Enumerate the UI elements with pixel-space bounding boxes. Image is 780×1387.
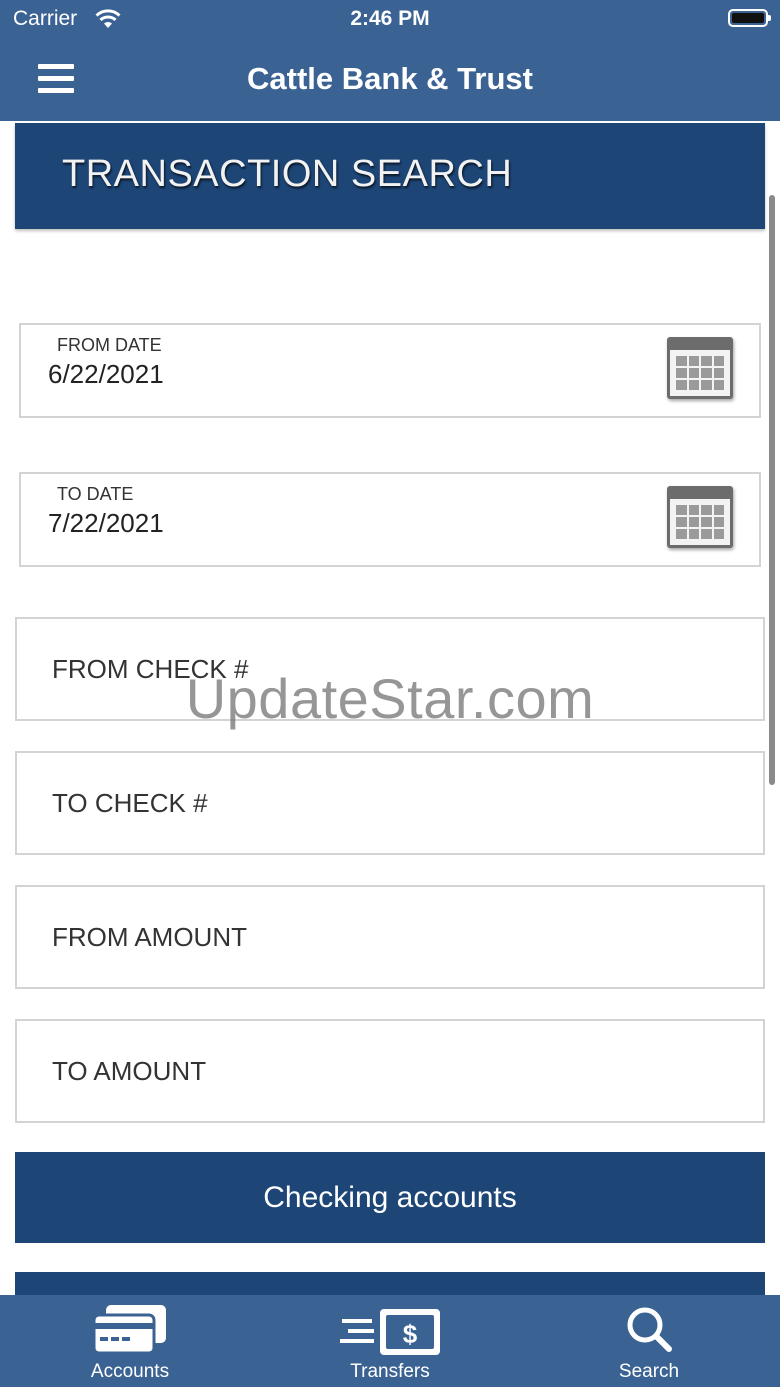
to-date-label: TO DATE [57,484,134,504]
to-check-placeholder: TO CHECK # [52,788,208,818]
tab-search[interactable]: Search [549,1295,749,1387]
from-amount-placeholder: FROM AMOUNT [52,922,247,952]
tab-accounts-label: Accounts [90,1361,170,1382]
calendar-icon[interactable] [667,486,733,548]
from-date-field[interactable]: FROM DATE 6/22/2021 [19,323,761,418]
tab-bar: Accounts $ Transfers Search [0,1295,780,1387]
status-bar: Carrier 2:46 PM [0,0,780,40]
tab-search-label: Search [618,1361,680,1382]
clock: 2:46 PM [350,7,430,30]
svg-text:$: $ [403,1319,418,1349]
app-title: Cattle Bank & Trust [247,61,533,96]
from-check-input[interactable]: FROM CHECK # [15,617,765,721]
tab-transfers[interactable]: $ Transfers [290,1295,490,1387]
page-title: TRANSACTION SEARCH [62,153,513,195]
transfer-icon: $ [340,1309,440,1355]
to-check-input[interactable]: TO CHECK # [15,751,765,855]
battery-icon [728,9,771,27]
scrollbar[interactable] [769,195,775,785]
from-check-placeholder: FROM CHECK # [52,654,249,684]
tab-transfers-label: Transfers [350,1361,430,1382]
to-amount-placeholder: TO AMOUNT [52,1056,207,1086]
calendar-icon[interactable] [667,337,733,399]
search-icon [627,1307,672,1352]
from-date-value[interactable]: 6/22/2021 [48,359,164,390]
from-date-label: FROM DATE [57,335,162,355]
page-header: TRANSACTION SEARCH [15,123,765,229]
from-amount-input[interactable]: FROM AMOUNT [15,885,765,989]
navigation-bar: Cattle Bank & Trust [0,40,780,121]
to-amount-input[interactable]: TO AMOUNT [15,1019,765,1123]
credit-card-icon [92,1305,166,1355]
to-date-field[interactable]: TO DATE 7/22/2021 [19,472,761,567]
to-date-value[interactable]: 7/22/2021 [48,508,164,539]
checking-accounts-button[interactable]: Checking accounts [15,1152,765,1243]
tab-accounts[interactable]: Accounts [30,1295,230,1387]
